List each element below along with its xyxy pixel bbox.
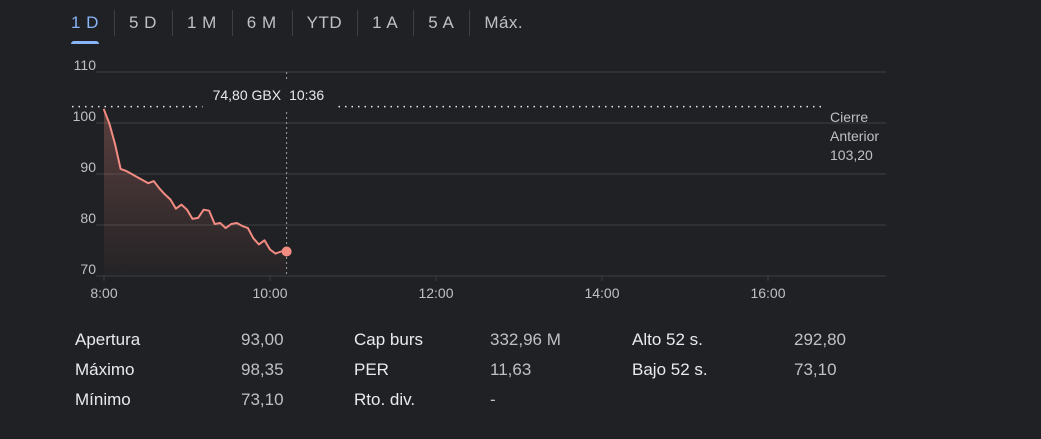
y-tick-label: 80 (80, 210, 96, 226)
x-tick-label: 8:00 (90, 285, 117, 301)
stat-label-open: Apertura (75, 330, 141, 349)
stats-row-1: Apertura 93,00 Cap burs 332,96 M Alto 52… (75, 330, 975, 360)
stat-label-low: Mínimo (75, 390, 131, 409)
tab-5d[interactable]: 5 D (113, 0, 172, 44)
tooltip-text: 74,80 GBX 10:36 (213, 87, 325, 103)
current-price-marker (281, 246, 292, 257)
tab-ytd[interactable]: YTD (291, 0, 358, 44)
stat-label-52w-high: Alto 52 s. (632, 330, 703, 349)
stat-label-market-cap: Cap burs (354, 330, 423, 349)
y-tick-label: 70 (80, 261, 96, 277)
stat-label-dividend: Rto. div. (354, 390, 416, 409)
stats-row-3: Mínimo 73,10 Rto. div. - (75, 390, 975, 420)
tab-max[interactable]: Máx. (469, 0, 538, 44)
stat-value-dividend: - (490, 390, 496, 409)
tooltip-price: 74,80 GBX (213, 87, 282, 103)
stat-value-open: 93,00 (241, 330, 284, 349)
y-tick-label: 110 (74, 57, 97, 73)
tab-1a[interactable]: 1 A (357, 0, 413, 44)
previous-close-label: Cierre (830, 109, 868, 125)
stat-value-52w-low: 73,10 (794, 360, 837, 379)
stat-label-high: Máximo (75, 360, 135, 379)
stats-row-2: Máximo 98,35 PER 11,63 Bajo 52 s. 73,10 (75, 360, 975, 390)
tab-6m[interactable]: 6 M (231, 0, 292, 44)
x-tick-label: 16:00 (750, 285, 785, 301)
previous-close-label: 103,20 (830, 147, 873, 163)
stat-value-market-cap: 332,96 M (490, 330, 561, 349)
stat-label-52w-low: Bajo 52 s. (632, 360, 708, 379)
price-area (104, 109, 287, 276)
y-tick-label: 90 (80, 159, 96, 175)
price-chart[interactable]: 70 80 90 100 110 8:00 10:00 12:00 14:00 16:00 Cier… (0, 50, 1041, 320)
stat-value-high: 98,35 (241, 360, 284, 379)
stat-value-low: 73,10 (241, 390, 284, 409)
y-tick-label: 100 (73, 108, 97, 124)
range-tabs: 1 D 5 D 1 M 6 M YTD 1 A 5 A Máx. (56, 0, 538, 44)
tab-1d[interactable]: 1 D (56, 0, 114, 44)
x-tick-label: 14:00 (584, 285, 619, 301)
tab-1m[interactable]: 1 M (171, 0, 232, 44)
x-tick-label: 10:00 (252, 285, 287, 301)
x-tick-label: 12:00 (418, 285, 453, 301)
stat-value-pe: 11,63 (490, 360, 532, 379)
tab-5a[interactable]: 5 A (413, 0, 469, 44)
previous-close-label: Anterior (830, 128, 879, 144)
stat-label-pe: PER (354, 360, 389, 379)
tooltip-time: 10:36 (289, 87, 324, 103)
stat-value-52w-high: 292,80 (794, 330, 846, 349)
